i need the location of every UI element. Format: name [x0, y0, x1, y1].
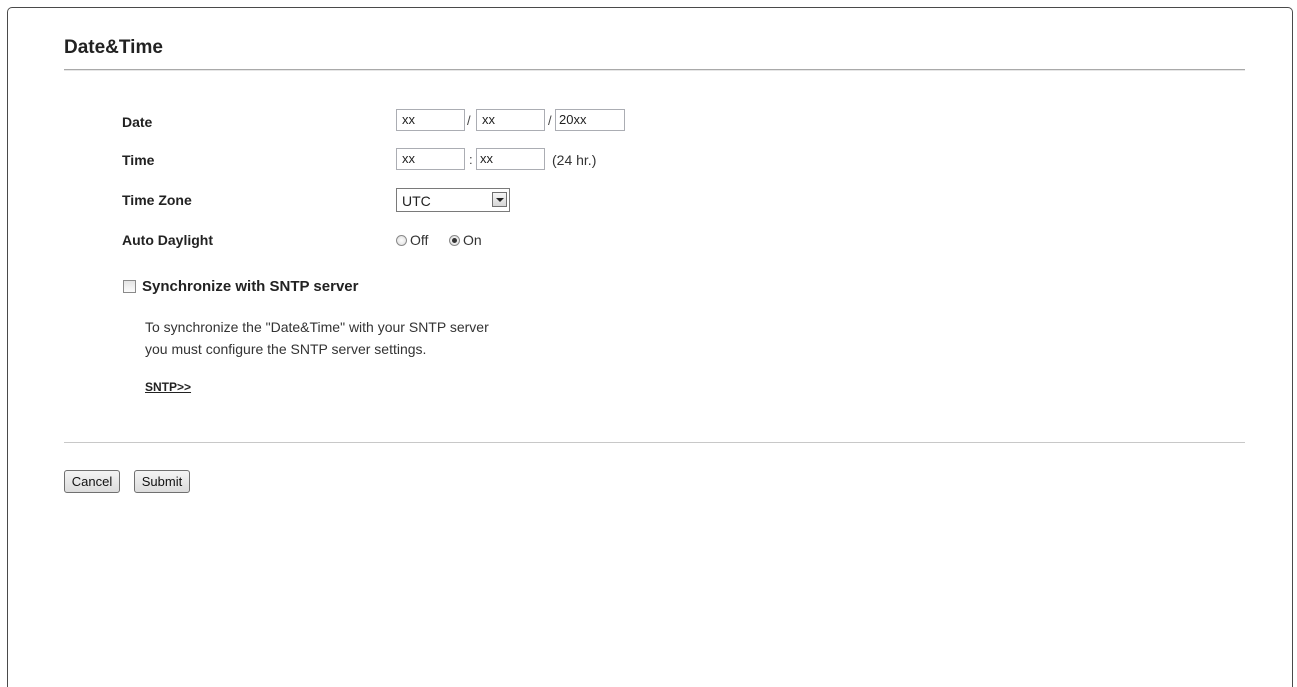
- date-month-input[interactable]: xx: [396, 109, 465, 131]
- radio-off-label: Off: [410, 232, 429, 248]
- date-year-input[interactable]: 20xx: [555, 109, 625, 131]
- timezone-value: UTC: [402, 193, 431, 209]
- submit-button[interactable]: Submit: [134, 470, 190, 493]
- daylight-label: Auto Daylight: [122, 232, 213, 248]
- time-format-label: (24 hr.): [552, 152, 597, 168]
- cancel-button[interactable]: Cancel: [64, 470, 120, 493]
- time-label: Time: [122, 152, 155, 168]
- timezone-label: Time Zone: [122, 192, 192, 208]
- date-separator: /: [548, 113, 552, 128]
- daylight-off-option[interactable]: Off: [396, 232, 428, 248]
- time-separator: :: [469, 152, 473, 167]
- time-hour-input[interactable]: xx: [396, 148, 465, 170]
- sntp-description-line2: you must configure the SNTP server setti…: [145, 341, 427, 357]
- sntp-description-line1: To synchronize the "Date&Time" with your…: [145, 319, 489, 335]
- date-day-input[interactable]: xx: [476, 109, 545, 131]
- radio-off[interactable]: [396, 235, 407, 246]
- date-separator: /: [467, 113, 471, 128]
- radio-on-label: On: [463, 232, 482, 248]
- sntp-checkbox[interactable]: [123, 280, 136, 293]
- daylight-on-option[interactable]: On: [449, 232, 482, 248]
- timezone-select[interactable]: UTC: [396, 188, 510, 212]
- page-title: Date&Time: [64, 37, 163, 58]
- date-label: Date: [122, 114, 153, 130]
- sntp-link[interactable]: SNTP>>: [145, 380, 191, 394]
- radio-on[interactable]: [449, 235, 460, 246]
- chevron-down-icon[interactable]: [492, 192, 507, 207]
- title-divider: [64, 69, 1245, 71]
- footer-divider: [64, 442, 1245, 443]
- sntp-checkbox-label[interactable]: Synchronize with SNTP server: [142, 278, 358, 295]
- time-minute-input[interactable]: xx: [476, 148, 545, 170]
